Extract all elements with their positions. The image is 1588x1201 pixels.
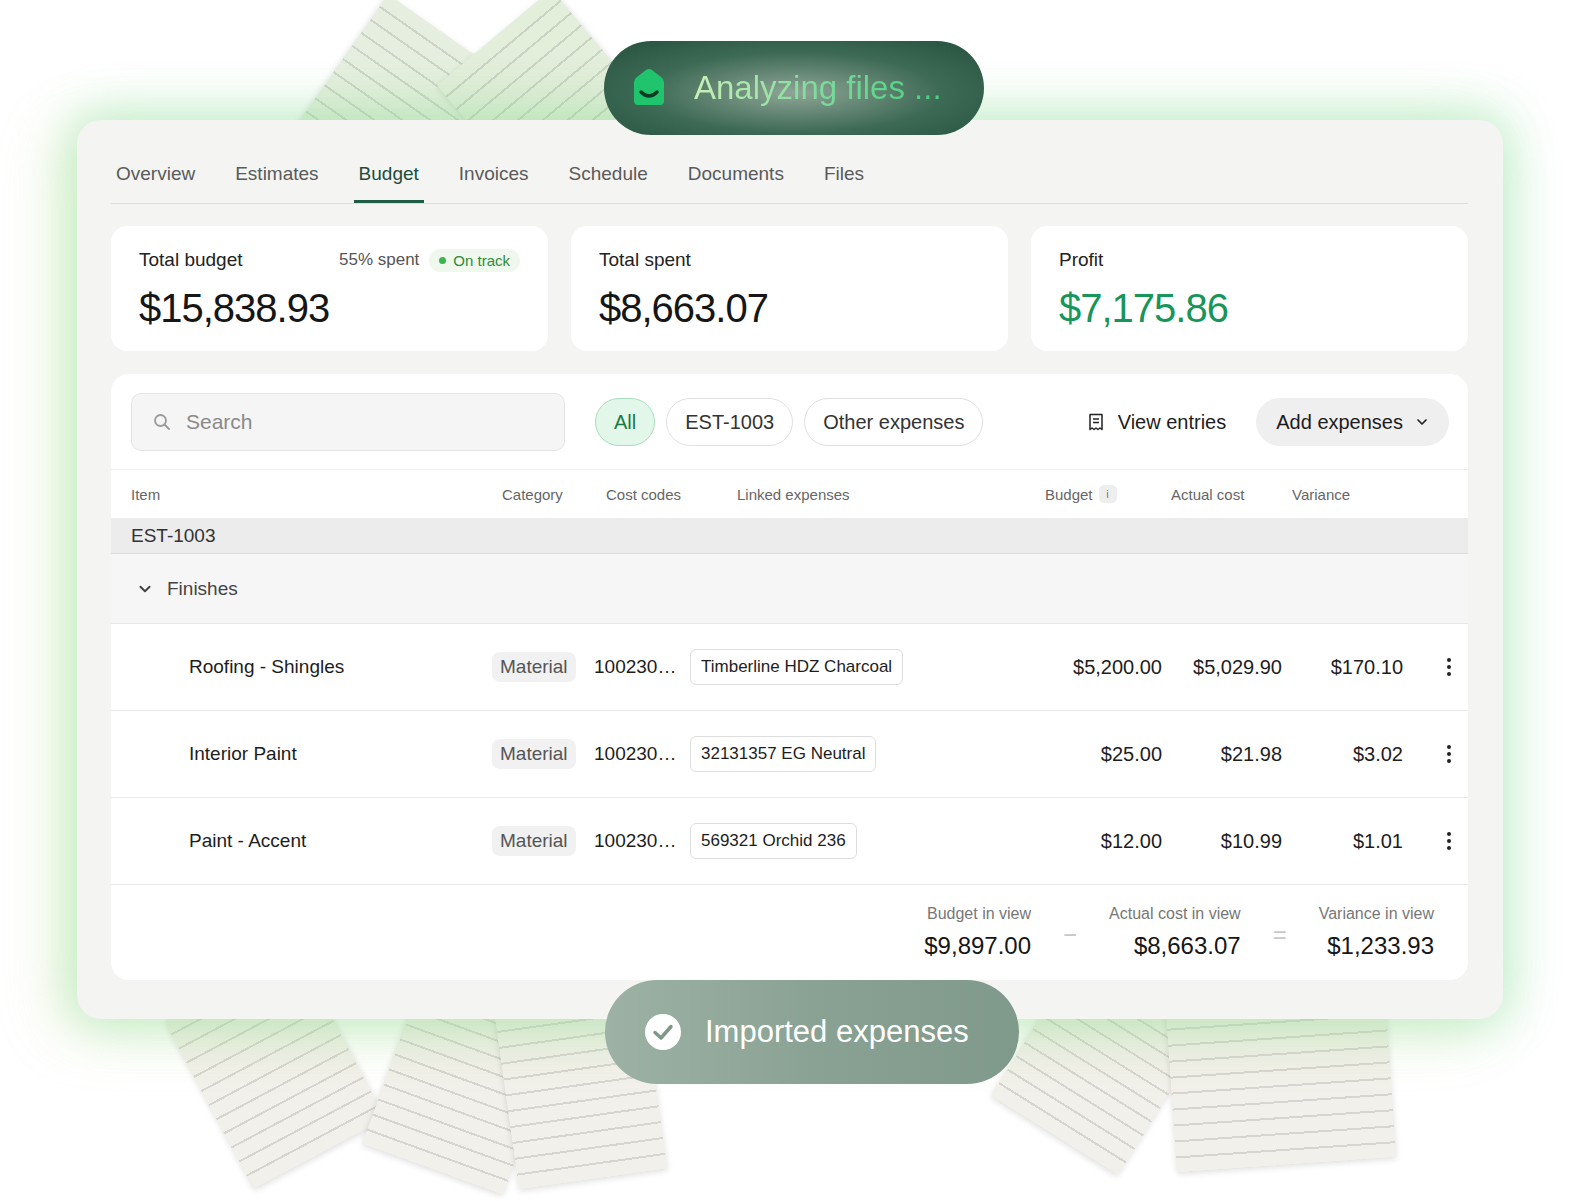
page: Analyzing files ... Overview Estimates Budg… <box>0 0 1588 1201</box>
variance-cell: $3.02 <box>1282 743 1403 766</box>
equals-sign: = <box>1273 921 1287 949</box>
percent-spent: 55% spent <box>339 250 419 270</box>
cost-code: 100230… <box>592 830 690 852</box>
summary-card: Total spent $8,663.07 <box>571 226 1008 351</box>
budget-total: Budget in view$9,897.00 <box>924 905 1031 960</box>
summary-label: Total spent <box>599 249 691 271</box>
budget-cell: $12.00 <box>1041 830 1162 853</box>
chevron-icon <box>137 581 153 597</box>
tab[interactable]: Overview <box>111 150 200 203</box>
budget-cell: $25.00 <box>1041 743 1162 766</box>
tab[interactable]: Estimates <box>230 150 323 203</box>
filter-chip[interactable]: Other expenses <box>804 398 983 446</box>
search-icon <box>152 412 172 432</box>
group-row: EST-1003 <box>111 518 1468 554</box>
search-field[interactable]: Search <box>131 393 565 451</box>
check-circle-icon <box>643 1012 683 1052</box>
receipt-icon <box>1086 412 1106 432</box>
summary-value: $15,838.93 <box>139 286 520 331</box>
summary-value: $8,663.07 <box>599 286 980 331</box>
section-row[interactable]: Finishes <box>111 554 1468 623</box>
budget-table-panel: SearchAllEST-1003Other expensesView entr… <box>111 374 1468 980</box>
summary-label: Total budget <box>139 249 243 271</box>
tab[interactable]: Documents <box>683 150 789 203</box>
item-name: Interior Paint <box>131 743 492 765</box>
filter-chip[interactable]: All <box>595 398 655 446</box>
status-badge: On track <box>429 249 520 272</box>
tab[interactable]: Files <box>819 150 869 203</box>
summary: Total budget55% spentOn track$15,838.93T… <box>111 226 1468 351</box>
cost-code: 100230… <box>592 743 690 765</box>
category-badge: Material <box>492 652 576 682</box>
column-header: Cost codes <box>592 486 690 503</box>
minus-sign: − <box>1063 921 1077 949</box>
chevron-down-icon <box>1415 415 1429 429</box>
filter-chip[interactable]: EST-1003 <box>666 398 793 446</box>
budget-cell: $5,200.00 <box>1041 656 1162 679</box>
tab[interactable]: Schedule <box>564 150 653 203</box>
add-expenses-button[interactable]: Add expenses <box>1256 398 1449 446</box>
column-header: Variance <box>1282 486 1403 503</box>
logo-icon <box>626 65 672 111</box>
actual-cell: $10.99 <box>1162 830 1282 853</box>
actual-cell: $5,029.90 <box>1162 656 1282 679</box>
actual-total: Actual cost in view$8,663.07 <box>1109 905 1241 960</box>
more-icon[interactable] <box>1446 657 1452 677</box>
category-badge: Material <box>492 826 576 856</box>
tab[interactable]: Invoices <box>454 150 534 203</box>
table-row[interactable]: Roofing - ShinglesMaterial 100230…Timberl… <box>111 623 1468 710</box>
linked-expense-chip[interactable]: 569321 Orchid 236 <box>690 823 857 859</box>
summary-value: $7,175.86 <box>1059 286 1440 331</box>
table-row[interactable]: Paint - AccentMaterial 100230…569321 Orch… <box>111 797 1468 884</box>
more-icon[interactable] <box>1446 744 1452 764</box>
linked-expense-chip[interactable]: 32131357 EG Neutral <box>690 736 876 772</box>
summary-label: Profit <box>1059 249 1103 271</box>
column-header: Actual cost <box>1162 486 1282 503</box>
table-row[interactable]: Interior PaintMaterial 100230…32131357 EG… <box>111 710 1468 797</box>
totals: Budget in view$9,897.00 − Actual cost in v… <box>111 884 1468 980</box>
cost-code: 100230… <box>592 656 690 678</box>
toolbar: Search AllEST-1003Other expenses View entr… <box>111 374 1468 470</box>
summary-card: Profit $7,175.86 <box>1031 226 1468 351</box>
column-header: Budget i <box>1041 485 1162 503</box>
tab[interactable]: Budget <box>354 150 424 203</box>
variance-cell: $1.01 <box>1282 830 1403 853</box>
category-badge: Material <box>492 739 576 769</box>
imported-status: Imported expenses <box>605 980 1019 1084</box>
more-icon[interactable] <box>1446 831 1452 851</box>
linked-expense-chip[interactable]: Timberline HDZ Charcoal <box>690 649 903 685</box>
column-header: Item <box>131 486 492 503</box>
summary-card: Total budget 55% spent On track $15,838.93 <box>111 226 548 351</box>
column-header: Linked expenses <box>690 486 1041 503</box>
variance-cell: $170.10 <box>1282 656 1403 679</box>
item-name: Roofing - Shingles <box>131 656 492 678</box>
analyzing-status: Analyzing files ... <box>604 41 984 135</box>
variance-total: Variance in view$1,233.93 <box>1319 905 1434 960</box>
view-entries-button[interactable]: View entries <box>1068 398 1245 446</box>
info-badge[interactable]: i <box>1099 485 1117 503</box>
budget-card: Overview Estimates Budget Invoices Schedule D… <box>77 120 1503 1019</box>
column-header: Category <box>492 486 592 503</box>
table-header: ItemCategoryCost codesLinked expensesBud… <box>111 470 1468 518</box>
item-name: Paint - Accent <box>131 830 492 852</box>
actual-cell: $21.98 <box>1162 743 1282 766</box>
status-dot <box>439 257 446 264</box>
tab-bar: Overview Estimates Budget Invoices Schedule D… <box>111 150 1468 204</box>
